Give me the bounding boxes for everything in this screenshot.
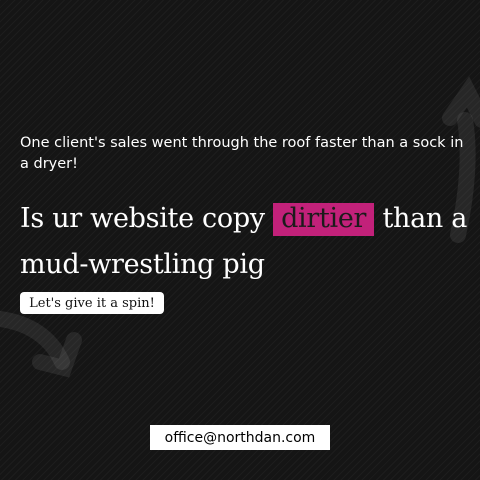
contact-email[interactable]: office@northdan.com xyxy=(150,425,330,450)
cta-button[interactable]: Let's give it a spin! xyxy=(20,292,164,314)
curved-arrow-left-icon xyxy=(0,310,82,378)
headline-highlight: dirtier xyxy=(273,203,375,236)
tagline: One client's sales went through the roof… xyxy=(20,135,464,172)
headline: Is ur website copy dirtier than a mud-wr… xyxy=(20,196,475,288)
headline-start: Is ur website copy xyxy=(20,203,274,234)
